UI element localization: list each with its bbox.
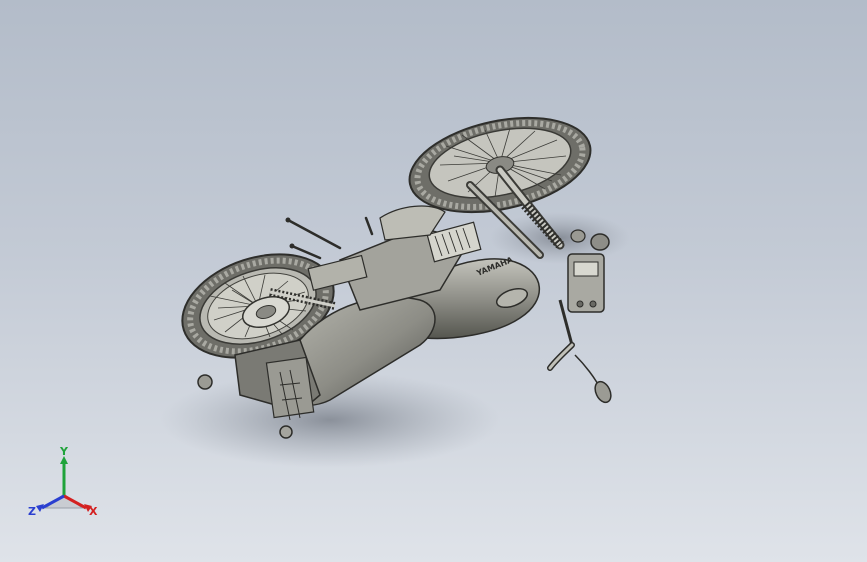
- mirror: [594, 380, 612, 404]
- handlebar[interactable]: [547, 299, 614, 405]
- graphics-viewport[interactable]: YAMAHA Y X Z: [0, 0, 867, 562]
- orientation-triad[interactable]: Y X Z: [26, 446, 106, 526]
- turn-signal-right: [590, 233, 610, 251]
- y-axis-label: Y: [59, 446, 69, 458]
- x-axis-label: X: [89, 505, 98, 518]
- z-axis-label: Z: [28, 505, 36, 518]
- rear-light: [279, 425, 293, 439]
- motorcycle-model-view[interactable]: YAMAHA: [0, 0, 867, 562]
- rear-axle-nut: [197, 374, 213, 390]
- turn-signal-left: [570, 229, 586, 243]
